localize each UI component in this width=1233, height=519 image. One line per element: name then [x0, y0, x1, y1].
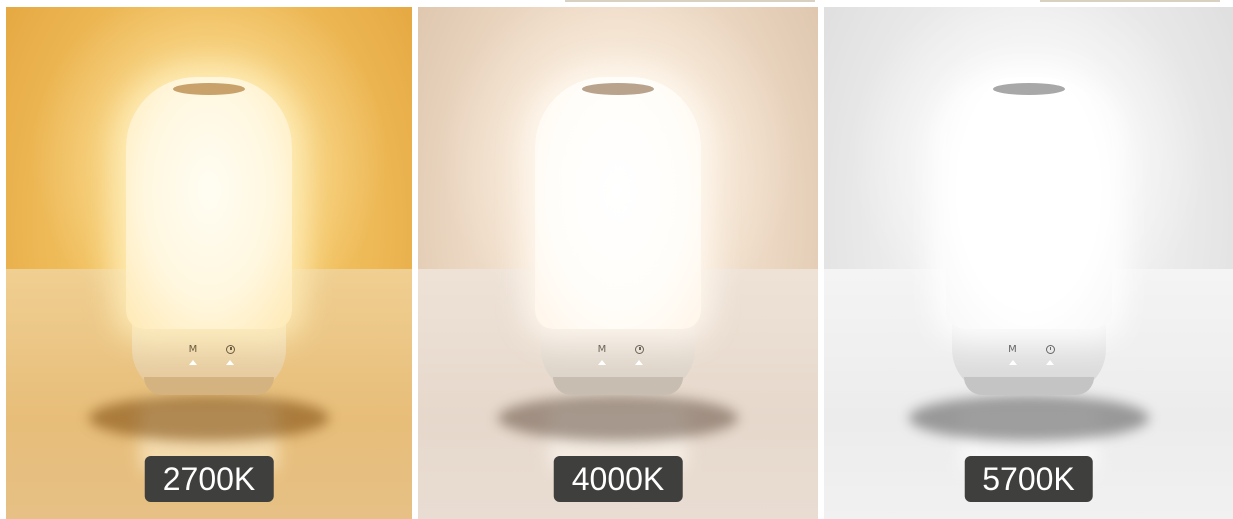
lamp-top-cap — [992, 83, 1065, 95]
mode-button-icon: M — [597, 344, 607, 355]
panel-5700k: M 5700K — [824, 7, 1233, 519]
top-edge-strip — [565, 0, 815, 2]
lamp-shadow — [89, 395, 329, 441]
indicator-led — [635, 360, 643, 365]
top-edge-strip — [1040, 0, 1220, 2]
lamp-base-foot — [144, 377, 274, 395]
clock-icon — [635, 345, 644, 354]
color-temperature-label: 4000K — [553, 456, 683, 502]
lamp-base-foot — [963, 377, 1094, 395]
color-temperature-label: 5700K — [964, 456, 1093, 502]
indicator-led — [598, 360, 606, 365]
lamp: M — [89, 77, 329, 441]
lamp-shadow — [498, 395, 738, 441]
mode-button-icon: M — [188, 344, 198, 355]
mode-button-icon: M — [1008, 344, 1017, 355]
indicator-led — [189, 360, 197, 365]
indicator-led — [1045, 360, 1054, 365]
lamp-shade — [945, 77, 1112, 329]
lamp-shadow — [908, 395, 1149, 441]
color-temperature-label: 2700K — [144, 456, 274, 502]
lamp-shade — [126, 77, 292, 329]
panel-4000k: M 4000K — [418, 7, 818, 519]
lamp-top-cap — [173, 83, 245, 95]
indicator-led — [226, 360, 234, 365]
lamp-base-foot — [553, 377, 683, 395]
lamp-shade — [535, 77, 701, 329]
lamp: M — [498, 77, 738, 441]
indicator-led — [1008, 360, 1017, 365]
panel-2700k: M 2700K — [6, 7, 412, 519]
clock-icon — [1045, 345, 1055, 354]
lamp-top-cap — [582, 83, 654, 95]
clock-icon — [226, 345, 235, 354]
lamp: M — [908, 77, 1149, 441]
